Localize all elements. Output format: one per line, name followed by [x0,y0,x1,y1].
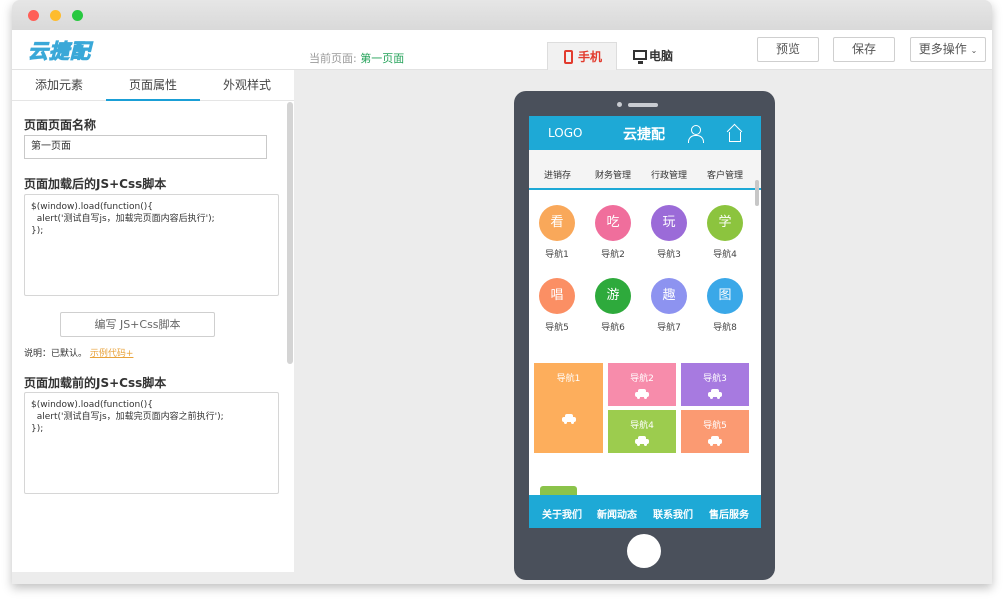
grid-nav-item[interactable]: 吃 导航2 [585,205,641,260]
grid-nav-circle: 学 [707,205,743,241]
top-toolbar: 云捷配 当前页面: 第一页面 手机 电脑 预览 保存 更多操作 ⌄ [12,30,992,70]
grid-nav-item[interactable]: 唱 导航5 [529,278,585,333]
car-icon [635,436,649,446]
grid-nav-item[interactable]: 趣 导航7 [641,278,697,333]
nav-tile[interactable]: 导航3 [681,363,749,406]
nav-tile-label: 导航4 [630,421,654,431]
grid-nav-circle: 唱 [539,278,575,314]
left-panel: 添加元素 页面属性 外观样式 页面页面名称 第一页面 页面加载后的JS+Css脚… [12,70,294,572]
grid-nav-label: 导航3 [657,250,681,260]
phone-camera [617,102,622,107]
save-button[interactable]: 保存 [833,37,895,62]
script-note: 说明：已默认。 示例代码+ [24,346,133,359]
menu-item[interactable]: 进销存 [544,168,571,181]
tab-desktop[interactable]: 电脑 [629,42,699,70]
nav-tile-large[interactable]: 导航1 [534,363,603,453]
after-load-script-editor[interactable]: $(window).load(function(){ alert('测试自写js… [24,194,279,296]
page-name-title: 页面页面名称 [24,118,97,132]
tab-phone-label: 手机 [578,50,603,64]
grid-nav-item[interactable]: 看 导航1 [529,205,585,260]
more-actions-label: 更多操作 [918,42,967,56]
grid-nav-item[interactable]: 游 导航6 [585,278,641,333]
car-icon [708,389,722,399]
mobile-header: LOGO 云捷配 [529,116,761,150]
mobile-logo[interactable]: LOGO [548,126,582,140]
nav-tile[interactable]: 导航4 [608,410,676,453]
nav-tile[interactable]: 导航5 [681,410,749,453]
tab-appearance[interactable]: 外观样式 [200,70,294,101]
before-load-script-editor[interactable]: $(window).load(function(){ alert('测试自写js… [24,392,279,494]
grid-nav-circle: 游 [595,278,631,314]
app-window: 云捷配 当前页面: 第一页面 手机 电脑 预览 保存 更多操作 ⌄ 添加元素 页… [12,0,992,584]
menu-item[interactable]: 客户管理 [707,168,743,181]
app-logo: 云捷配 [28,39,91,64]
menu-item[interactable]: 财务管理 [595,168,631,181]
current-page-label: 当前页面: [309,52,357,65]
grid-nav-label: 导航7 [657,323,681,333]
phone-screen: LOGO 云捷配 进销存 财务管理 行政管理 客户管理 看 导航1 吃 导航2 … [529,116,761,528]
grid-nav-circle: 玩 [651,205,687,241]
grid-nav-circle: 图 [707,278,743,314]
car-icon [562,414,576,424]
grid-nav-label: 导航5 [545,323,569,333]
grid-nav-label: 导航1 [545,250,569,260]
nav-tile-label: 导航5 [703,421,727,431]
grid-nav-item[interactable]: 玩 导航3 [641,205,697,260]
current-page-value: 第一页面 [360,52,405,65]
nav-tile-label: 导航3 [703,374,727,384]
tab-add-elements[interactable]: 添加元素 [12,70,106,101]
preview-button[interactable]: 预览 [757,37,819,62]
sample-code-link[interactable]: 示例代码+ [90,349,134,359]
title-bar [12,0,992,30]
edit-script-button[interactable]: 编写 JS+Css脚本 [60,312,215,337]
grid-nav-label: 导航6 [601,323,625,333]
car-icon [635,389,649,399]
nav-tile-label: 导航2 [630,374,654,384]
footer-link[interactable]: 售后服务 [709,506,749,521]
mobile-menu: 进销存 财务管理 行政管理 客户管理 [529,150,761,190]
grid-nav-label: 导航2 [601,250,625,260]
tab-desktop-label: 电脑 [649,49,674,63]
design-canvas: LOGO 云捷配 进销存 财务管理 行政管理 客户管理 看 导航1 吃 导航2 … [294,70,992,584]
tab-phone[interactable]: 手机 [547,42,617,70]
phone-icon [564,50,573,64]
grid-nav-circle: 趣 [651,278,687,314]
tab-page-properties[interactable]: 页面属性 [106,70,200,101]
before-load-script-title: 页面加载前的JS+Css脚本 [24,376,167,390]
minimize-window-button[interactable] [50,10,61,21]
chevron-down-icon: ⌄ [970,46,978,55]
nav-tile[interactable]: 导航2 [608,363,676,406]
home-icon[interactable] [725,124,743,142]
script-note-text: 说明：已默认。 [24,349,88,359]
more-actions-button[interactable]: 更多操作 ⌄ [910,37,986,62]
current-page-indicator: 当前页面: 第一页面 [309,50,404,66]
user-icon[interactable] [687,125,704,143]
phone-home-button[interactable] [627,534,661,568]
menu-item[interactable]: 行政管理 [651,168,687,181]
footer-link[interactable]: 联系我们 [653,506,693,521]
mobile-scrollbar[interactable] [755,180,759,206]
after-load-script-title: 页面加载后的JS+Css脚本 [24,177,167,191]
desktop-icon [633,50,647,64]
left-panel-scrollbar[interactable] [287,102,293,364]
footer-link[interactable]: 新闻动态 [597,506,637,521]
maximize-window-button[interactable] [72,10,83,21]
grid-nav-circle: 吃 [595,205,631,241]
mobile-footer: 关于我们 新闻动态 联系我们 售后服务 [529,495,761,528]
nav-tile-label: 导航1 [556,374,581,384]
left-panel-tabs: 添加元素 页面属性 外观样式 [12,70,294,101]
close-window-button[interactable] [28,10,39,21]
car-icon [708,436,722,446]
grid-nav-label: 导航8 [713,323,737,333]
page-name-field[interactable]: 第一页面 [24,135,267,159]
mobile-title: 云捷配 [623,127,665,143]
footer-link[interactable]: 关于我们 [542,506,582,521]
grid-nav-item[interactable]: 学 导航4 [697,205,753,260]
phone-mockup: LOGO 云捷配 进销存 财务管理 行政管理 客户管理 看 导航1 吃 导航2 … [514,91,775,580]
grid-nav-label: 导航4 [713,250,737,260]
grid-nav-circle: 看 [539,205,575,241]
grid-nav-item[interactable]: 图 导航8 [697,278,753,333]
phone-speaker [628,103,658,107]
